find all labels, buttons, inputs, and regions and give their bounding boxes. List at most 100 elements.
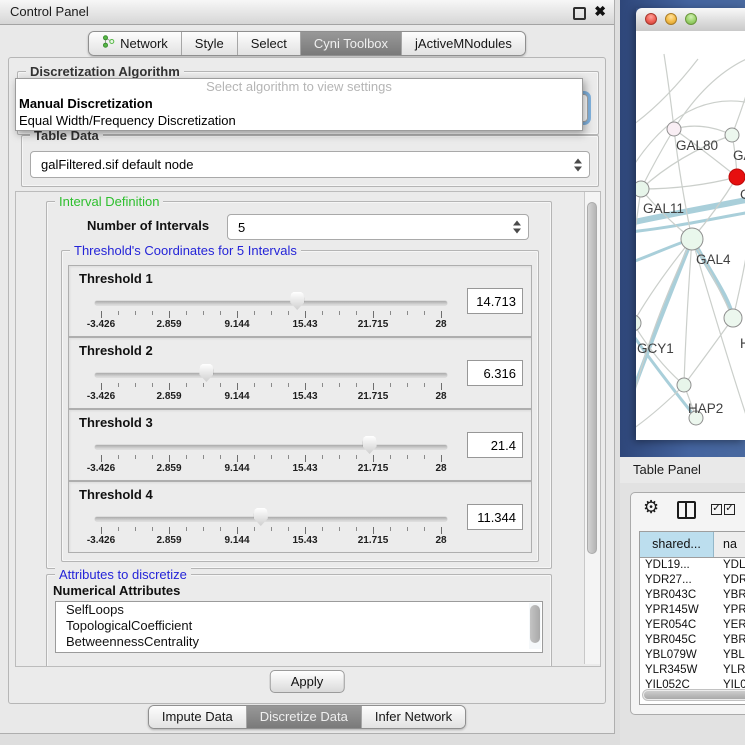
viewport-scrollbar[interactable]	[584, 192, 600, 664]
network-edge[interactable]	[641, 177, 737, 189]
threshold-value-input[interactable]: 11.344	[467, 504, 523, 530]
column-header-name[interactable]: na	[714, 532, 745, 557]
table-panel-card: ⚙ ✓ ✓ shared... na YDL19...YDL1YDR27...Y…	[630, 492, 745, 715]
attribute-list-item[interactable]: SelfLoops	[56, 602, 542, 618]
network-window-titlebar[interactable]	[636, 8, 745, 32]
split-view-icon[interactable]	[677, 501, 696, 519]
table-row[interactable]: YDL19...YDL1	[640, 558, 745, 573]
slider-track[interactable]	[95, 373, 447, 377]
float-window-icon[interactable]	[573, 7, 586, 20]
network-edge[interactable]	[636, 385, 684, 431]
table-row[interactable]: YPR145WYPR1	[640, 603, 745, 618]
checkbox-icon[interactable]: ✓	[711, 504, 722, 515]
tick-label: 9.144	[224, 463, 249, 474]
network-icon	[102, 35, 115, 52]
viewport-scrollbar-thumb[interactable]	[587, 202, 597, 554]
mac-close-icon[interactable]	[645, 13, 657, 25]
attributes-scrollbar[interactable]	[529, 603, 541, 649]
tab-infer-network[interactable]: Infer Network	[361, 706, 465, 728]
network-node-label: HAP2	[688, 401, 723, 416]
table-hscrollbar-thumb[interactable]	[644, 691, 745, 699]
network-node[interactable]	[667, 122, 681, 136]
tab-style[interactable]: Style	[181, 32, 237, 55]
algorithm-option[interactable]: Manual Discretization	[16, 95, 582, 112]
table-panel-title: Table Panel	[633, 462, 701, 477]
table-row[interactable]: YER054CYER0	[640, 618, 745, 633]
cell-shared-name: YBR043C	[640, 588, 714, 603]
tab-discretize-data[interactable]: Discretize Data	[246, 706, 361, 728]
network-canvas[interactable]: GAL80GACGAL11GAL4GCY1HHAP2	[636, 31, 745, 440]
tab-cyni-toolbox[interactable]: Cyni Toolbox	[300, 32, 401, 55]
tab-network[interactable]: Network	[89, 32, 181, 55]
mac-zoom-icon[interactable]	[685, 13, 697, 25]
tick-mark	[135, 455, 136, 459]
network-node[interactable]	[636, 315, 641, 331]
network-edge[interactable]	[674, 126, 732, 135]
network-node[interactable]	[725, 128, 739, 142]
slider-thumb[interactable]	[254, 508, 268, 526]
slider-thumb[interactable]	[363, 436, 377, 454]
network-node[interactable]	[677, 378, 691, 392]
slider-track[interactable]	[95, 445, 447, 449]
tick-mark	[407, 383, 408, 387]
discretization-algorithm-title: Discretization Algorithm	[26, 64, 184, 79]
apply-button[interactable]: Apply	[270, 670, 345, 693]
attribute-list-item[interactable]: BetweennessCentrality	[56, 634, 542, 650]
checkbox-icon[interactable]: ✓	[724, 504, 735, 515]
network-node[interactable]	[724, 309, 742, 327]
attribute-list-item[interactable]: TopologicalCoefficient	[56, 618, 542, 634]
tick-mark	[424, 311, 425, 315]
network-graph[interactable]: GAL80GACGAL11GAL4GCY1HHAP2	[636, 31, 745, 440]
threshold-value-input[interactable]: 21.4	[467, 432, 523, 458]
tick-mark	[390, 527, 391, 531]
tick-mark	[254, 455, 255, 459]
close-icon[interactable]: ✖	[594, 3, 606, 20]
tick-mark	[237, 455, 238, 462]
table-row[interactable]: YBL079WYBL0	[640, 648, 745, 663]
numerical-attributes-list[interactable]: SelfLoopsTopologicalCoefficientBetweenne…	[55, 601, 543, 653]
network-edge[interactable]	[674, 57, 745, 129]
tick-label: 2.859	[156, 463, 181, 474]
threshold-value-input[interactable]: 6.316	[467, 360, 523, 386]
slider-track[interactable]	[95, 301, 447, 305]
gear-icon[interactable]: ⚙	[643, 497, 659, 518]
network-node[interactable]	[681, 228, 703, 250]
threshold-value-input[interactable]: 14.713	[467, 288, 523, 314]
table-panel-header: Table Panel	[620, 457, 745, 484]
tick-mark	[322, 311, 323, 315]
bottom-tab-segments: Impute DataDiscretize DataInfer Network	[148, 705, 466, 729]
tick-label: 28	[435, 535, 446, 546]
table-row[interactable]: YBR045CYBR0	[640, 633, 745, 648]
tab-select[interactable]: Select	[237, 32, 300, 55]
table-row[interactable]: YBR043CYBR0	[640, 588, 745, 603]
tick-mark	[356, 311, 357, 315]
tick-mark	[356, 527, 357, 531]
network-edge[interactable]	[733, 246, 745, 318]
tick-mark	[203, 455, 204, 459]
tick-mark	[305, 527, 306, 534]
tab-impute-data[interactable]: Impute Data	[149, 706, 246, 728]
tick-mark	[101, 527, 102, 534]
network-edge[interactable]	[641, 129, 674, 189]
table-row[interactable]: YLR345WYLR3	[640, 663, 745, 678]
slider-thumb[interactable]	[199, 364, 213, 382]
algorithm-option[interactable]: Equal Width/Frequency Discretization	[16, 112, 582, 129]
slider-track[interactable]	[95, 517, 447, 521]
table-row[interactable]: YDR27...YDR2	[640, 573, 745, 588]
network-node[interactable]	[729, 169, 745, 185]
network-view-window: GAL80GACGAL11GAL4GCY1HHAP2	[636, 8, 745, 440]
network-node[interactable]	[636, 181, 649, 197]
network-edge[interactable]	[636, 59, 698, 127]
tab-jactivemnodules[interactable]: jActiveMNodules	[401, 32, 525, 55]
tick-mark	[186, 383, 187, 387]
number-of-intervals-combobox[interactable]: 5	[227, 214, 529, 240]
cell-shared-name: YER054C	[640, 618, 714, 633]
mac-minimize-icon[interactable]	[665, 13, 677, 25]
table-horizontal-scrollbar[interactable]	[642, 689, 745, 701]
attributes-scrollbar-thumb[interactable]	[530, 605, 540, 643]
table-data-combobox[interactable]: galFiltered.sif default node	[30, 151, 590, 178]
slider-thumb[interactable]	[290, 292, 304, 310]
column-header-shared[interactable]: shared...	[640, 532, 714, 557]
tick-mark	[288, 383, 289, 387]
network-edge[interactable]	[664, 54, 674, 129]
